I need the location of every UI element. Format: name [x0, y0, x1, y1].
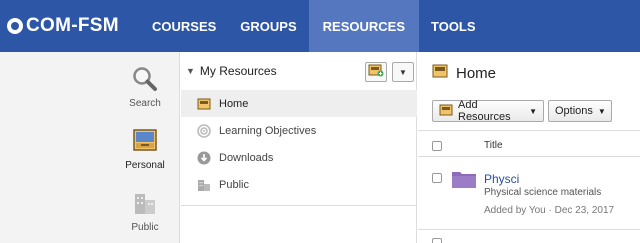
- select-all-checkbox[interactable]: [432, 141, 442, 151]
- leftnav-public-label: Public: [131, 222, 159, 233]
- my-resources-list: Home Learning Objectives Downloads Publi…: [181, 90, 417, 198]
- my-resources-item-public[interactable]: Public: [181, 171, 417, 198]
- my-resources-item-downloads[interactable]: Downloads: [181, 144, 417, 171]
- my-resources-panel: ▼ My Resources ▼ Home Learning Objective…: [181, 52, 417, 243]
- download-icon: [197, 151, 211, 165]
- divider: [418, 130, 640, 131]
- leftnav-personal-label: Personal: [125, 160, 165, 171]
- resource-title-link[interactable]: Physci: [484, 172, 519, 186]
- folder-icon[interactable]: [451, 169, 477, 194]
- target-icon: [197, 123, 211, 138]
- leftnav-search[interactable]: Search: [120, 66, 170, 109]
- row-checkbox[interactable]: [432, 238, 442, 243]
- my-resources-item-label: Learning Objectives: [219, 124, 317, 137]
- column-header-title[interactable]: Title: [484, 140, 503, 151]
- content-header: Home: [432, 64, 496, 82]
- box-icon: [432, 64, 448, 82]
- options-label: Options: [555, 105, 593, 117]
- leftnav-public[interactable]: Public: [120, 190, 170, 233]
- add-resources-button[interactable]: Add Resources ▼: [432, 99, 544, 123]
- buildings-icon: [197, 178, 211, 192]
- panel-divider: [181, 205, 417, 206]
- resource-description: Physical science materials: [484, 187, 602, 198]
- my-resources-item-label: Home: [219, 97, 249, 110]
- brand-name: COM-FSM: [26, 15, 119, 36]
- leftnav-search-label: Search: [129, 98, 161, 109]
- my-resources-menu-button[interactable]: ▼: [392, 62, 414, 82]
- divider: [418, 156, 640, 157]
- my-resources-item-learning-objectives[interactable]: Learning Objectives: [181, 117, 417, 144]
- add-box-button[interactable]: [365, 62, 387, 82]
- caret-down-icon: ▼: [529, 106, 537, 116]
- personal-box-icon: [132, 128, 158, 154]
- row-checkbox[interactable]: [432, 173, 442, 183]
- left-icon-sidebar: Search Personal Public: [0, 52, 180, 243]
- buildings-icon: [132, 190, 158, 216]
- add-box-icon: [368, 63, 384, 82]
- nav-groups[interactable]: GROUPS: [228, 0, 308, 52]
- my-resources-title: My Resources: [199, 64, 277, 78]
- seal-icon: [7, 18, 23, 34]
- add-resources-label: Add Resources: [458, 99, 511, 123]
- options-button[interactable]: Options ▼: [548, 100, 612, 122]
- top-nav-bar: COM-FSM COURSES GROUPS RESOURCES TOOLS: [0, 0, 640, 52]
- content-title: Home: [456, 64, 497, 82]
- brand-logo[interactable]: COM-FSM: [0, 0, 140, 52]
- caret-down-icon: ▼: [597, 106, 606, 116]
- my-resources-item-label: Downloads: [219, 151, 274, 164]
- resource-meta: Added by You · Dec 23, 2017: [484, 205, 615, 216]
- caret-down-icon[interactable]: ▼: [186, 66, 195, 76]
- nav-tools[interactable]: TOOLS: [419, 0, 488, 52]
- box-icon: [197, 97, 211, 111]
- divider: [418, 229, 640, 230]
- box-icon: [439, 104, 453, 119]
- nav-courses[interactable]: COURSES: [140, 0, 228, 52]
- magnifier-icon: [132, 66, 158, 92]
- nav-resources[interactable]: RESOURCES: [308, 0, 419, 52]
- resource-content-panel: Home Add Resources ▼ Options ▼ Title Phy…: [418, 52, 640, 243]
- leftnav-personal[interactable]: Personal: [120, 128, 170, 171]
- my-resources-item-home[interactable]: Home: [181, 90, 417, 117]
- my-resources-item-label: Public: [219, 178, 249, 191]
- caret-down-icon: ▼: [399, 67, 407, 77]
